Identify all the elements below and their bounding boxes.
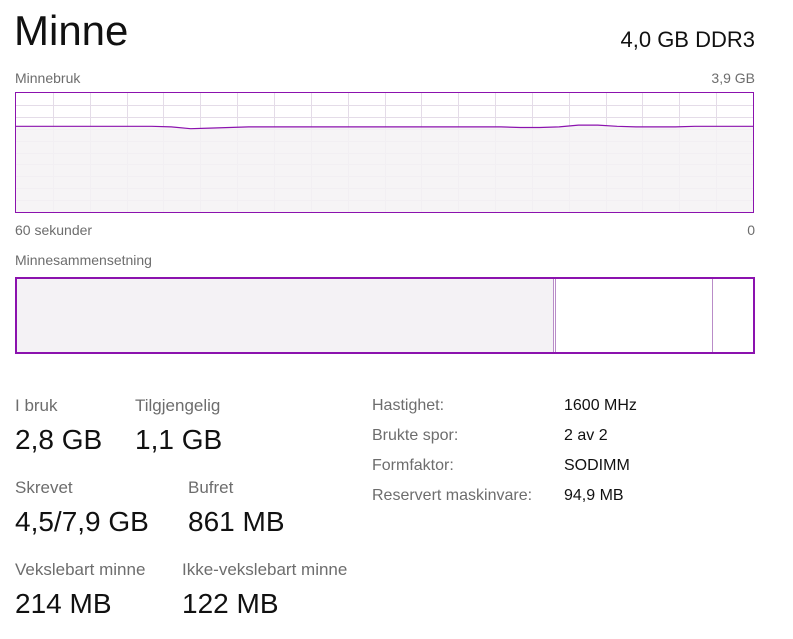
nonpaged-pool-label: Ikke-vekslebart minne (182, 560, 348, 579)
speed-value: 1600 MHz (564, 397, 637, 414)
slots-label: Brukte spor: (372, 427, 459, 444)
memory-usage-graph (15, 92, 754, 213)
in-use-label: I bruk (15, 396, 58, 415)
usage-graph-time-label: 60 sekunder (15, 222, 93, 238)
form-factor-label: Formfaktor: (372, 457, 454, 474)
usage-graph-min-label: 0 (747, 222, 755, 238)
memory-composition-bar (15, 277, 755, 354)
available-label: Tilgjengelig (135, 396, 221, 415)
speed-label: Hastighet: (372, 397, 445, 414)
memory-spec: 4,0 GB DDR3 (620, 27, 756, 52)
usage-graph-label: Minnebruk (15, 70, 81, 86)
cached-label: Bufret (188, 478, 234, 497)
composition-segment-free[interactable] (713, 279, 753, 352)
committed-value: 4,5/7,9 GB (15, 506, 149, 537)
cached-value: 861 MB (188, 506, 285, 537)
usage-area (16, 125, 753, 212)
available-value: 1,1 GB (135, 424, 223, 455)
nonpaged-pool-value: 122 MB (182, 588, 279, 619)
reserved-label: Reservert maskinvare: (372, 487, 533, 504)
form-factor-value: SODIMM (564, 457, 630, 474)
committed-label: Skrevet (15, 478, 73, 497)
memory-usage-chart (16, 93, 753, 212)
reserved-value: 94,9 MB (564, 487, 624, 504)
page-title: Minne (14, 7, 129, 54)
paged-pool-value: 214 MB (15, 588, 112, 619)
in-use-value: 2,8 GB (15, 424, 103, 455)
composition-label: Minnesammensetning (15, 252, 152, 268)
composition-segment-standby[interactable] (556, 279, 713, 352)
paged-pool-label: Vekslebart minne (15, 560, 146, 579)
composition-segment-in-use[interactable] (17, 279, 553, 352)
usage-graph-max-label: 3,9 GB (711, 70, 755, 86)
slots-value: 2 av 2 (564, 427, 608, 444)
